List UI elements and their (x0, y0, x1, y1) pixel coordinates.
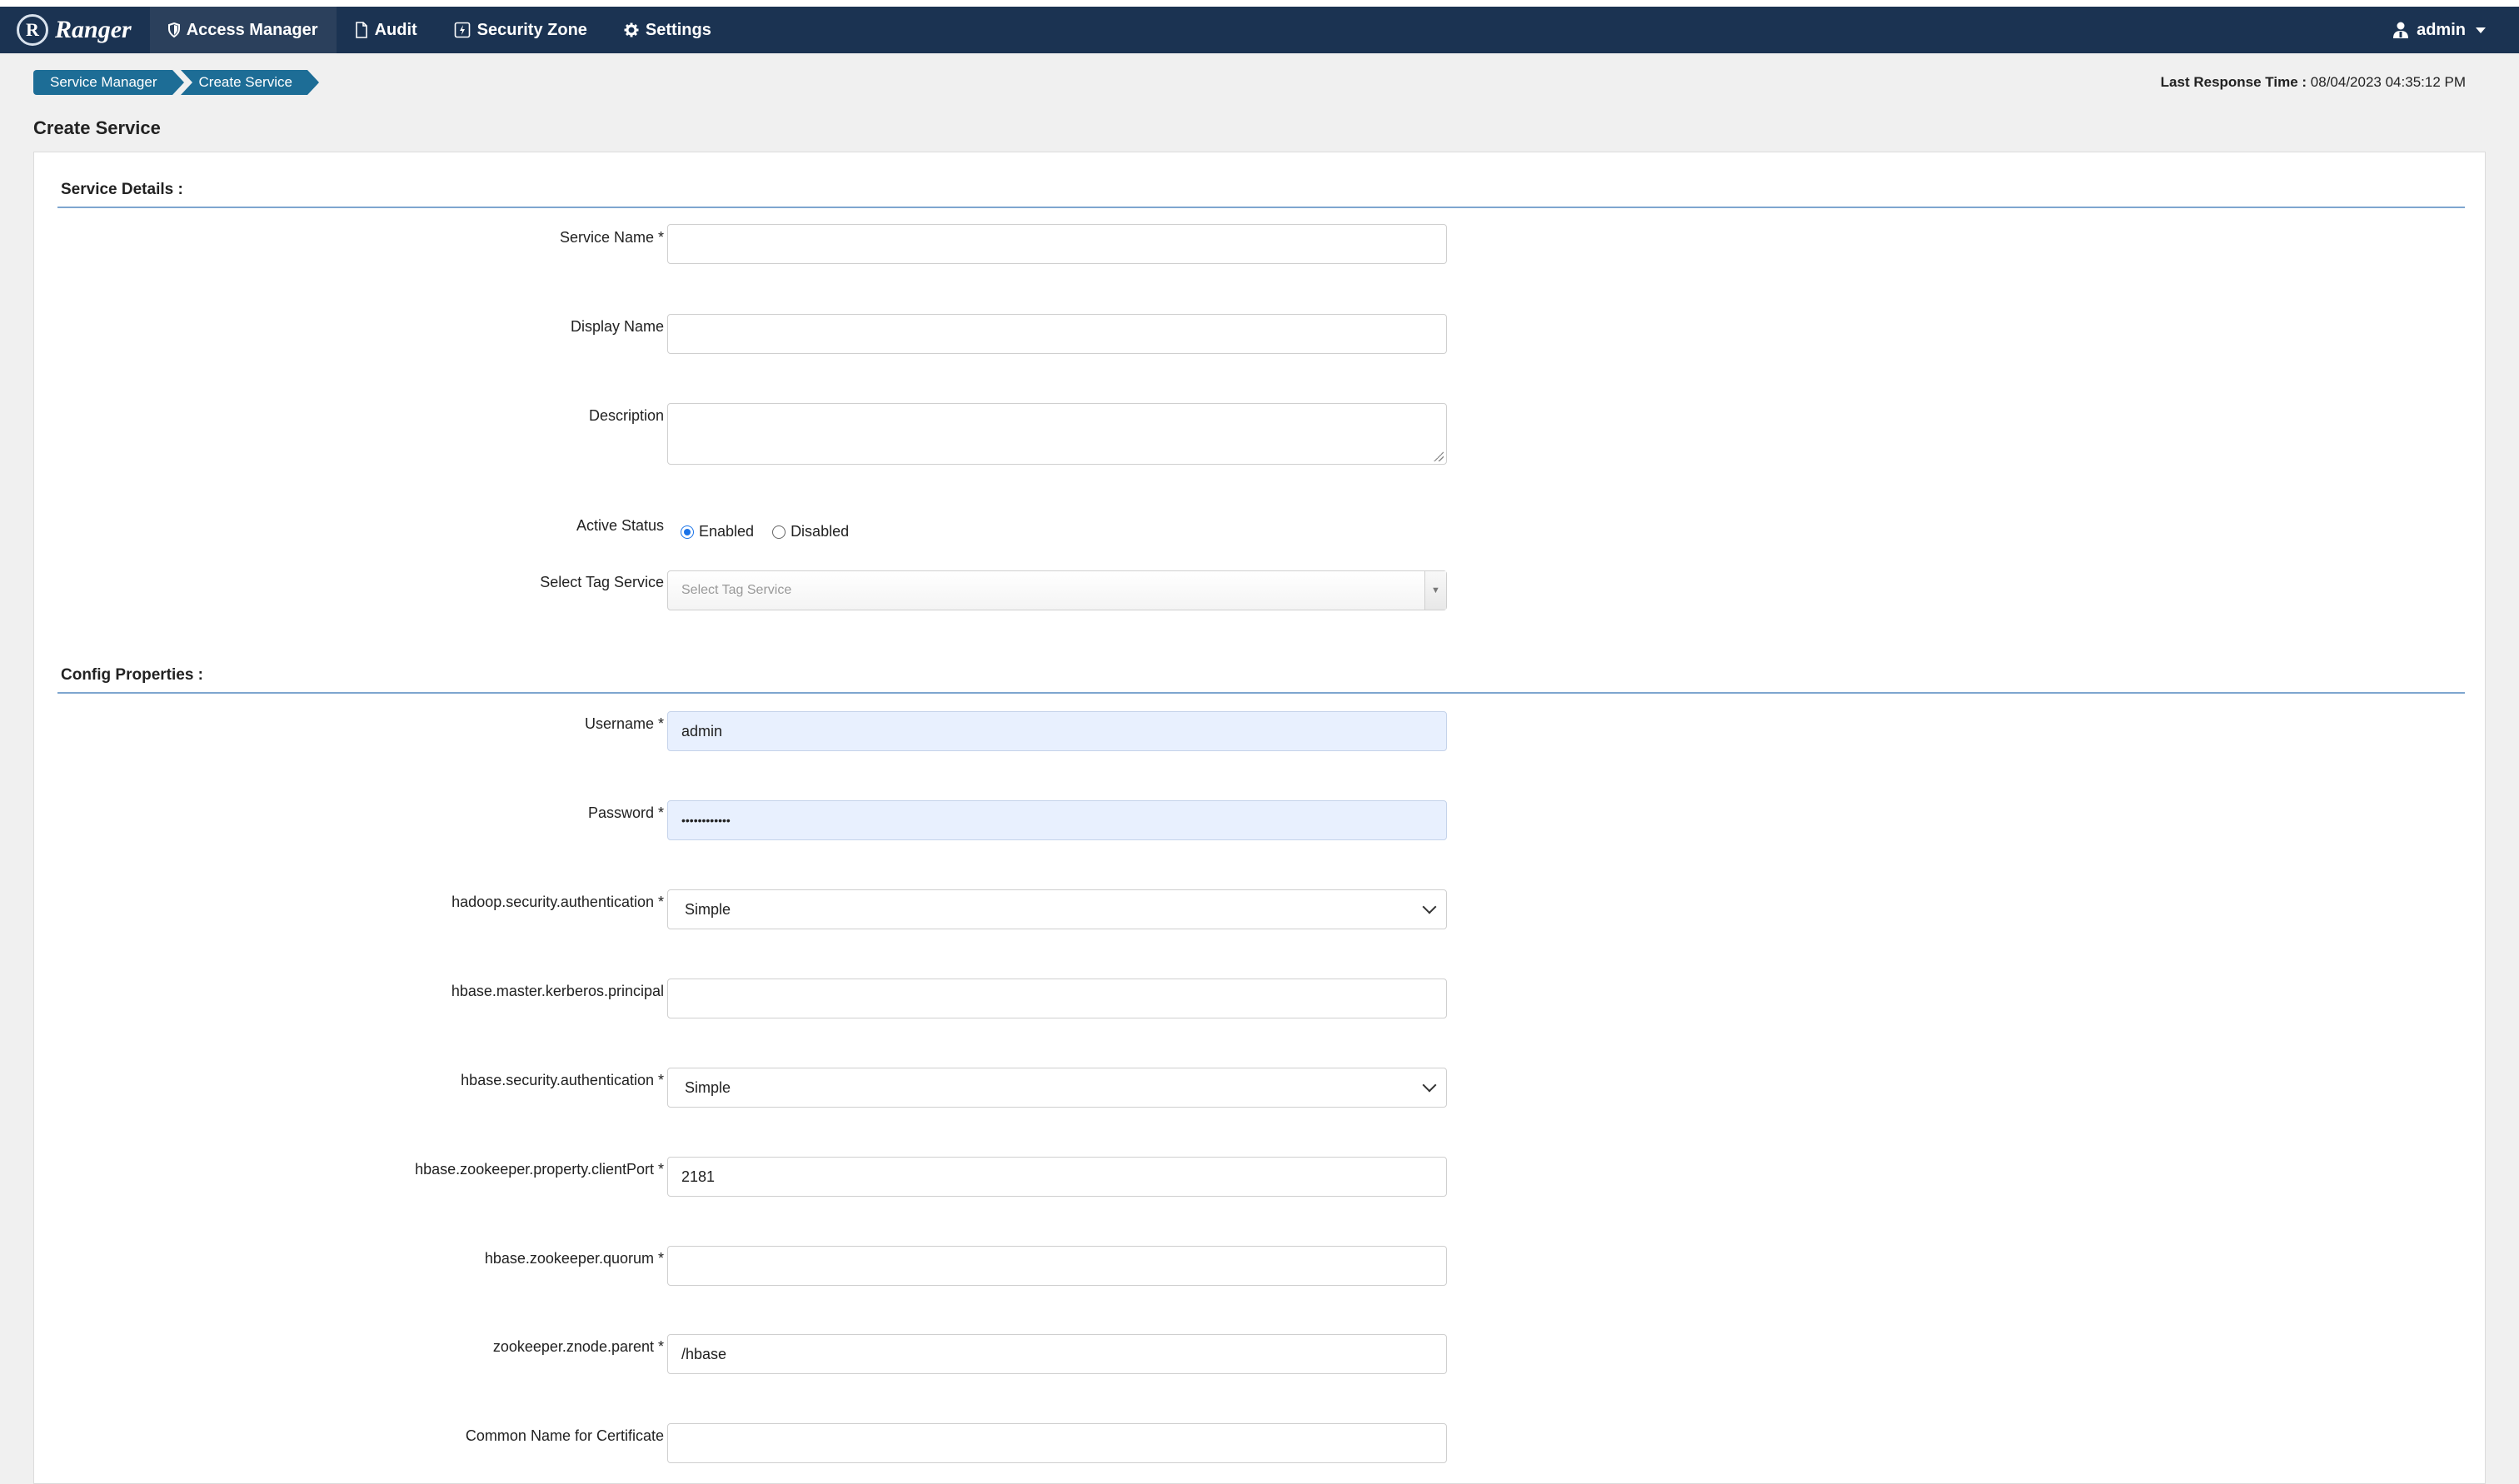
chevron-down-icon (1422, 899, 1437, 914)
disabled-radio-label[interactable]: Disabled (791, 523, 849, 540)
brand[interactable]: R Ranger (0, 7, 150, 53)
tag-service-label: Select Tag Service (540, 574, 664, 590)
display-name-label: Display Name (570, 318, 664, 335)
dropdown-arrow-icon[interactable]: ▼ (1424, 571, 1446, 610)
nav-audit[interactable]: Audit (337, 7, 436, 53)
enabled-radio-label[interactable]: Enabled (699, 523, 754, 540)
hbase-zookeeper-clientport-value: 2181 (681, 1168, 716, 1185)
password-label: Password * (587, 804, 664, 821)
active-status-label: Active Status (576, 517, 664, 534)
file-icon (355, 22, 368, 38)
common-name-certificate-label: Common Name for Certificate (465, 1427, 664, 1444)
hbase-security-authentication-select[interactable]: Simple (667, 1068, 1447, 1108)
hadoop-security-authentication-label: hadoop.security.authentication * (451, 894, 664, 910)
username-value: admin (681, 722, 723, 740)
hbase-zookeeper-clientport-label: hbase.zookeeper.property.clientPort * (415, 1161, 664, 1178)
password-input[interactable]: •••••••••••• (667, 800, 1447, 840)
nav-access-manager[interactable]: Access Manager (149, 7, 337, 53)
breadcrumb-service-manager[interactable]: Service Manager (33, 70, 183, 95)
username-input[interactable]: admin (667, 711, 1447, 751)
user-menu[interactable]: admin (2373, 7, 2519, 53)
service-details-title: Service Details : (61, 181, 183, 198)
username-label: Username * (584, 715, 664, 732)
zookeeper-znode-parent-label: zookeeper.znode.parent * (492, 1338, 664, 1355)
config-properties-title: Config Properties : (61, 666, 204, 684)
zookeeper-znode-parent-input[interactable]: /hbase (667, 1334, 1447, 1374)
nav-security-zone[interactable]: Security Zone (436, 7, 606, 53)
ranger-logo-icon: R (17, 14, 48, 46)
display-name-input[interactable] (667, 314, 1447, 354)
zone-icon (454, 22, 471, 38)
hadoop-security-authentication-select[interactable]: Simple (667, 889, 1447, 929)
password-value: •••••••••••• (681, 814, 731, 827)
chevron-down-icon (1422, 1078, 1437, 1093)
hbase-master-kerberos-principal-input[interactable] (667, 979, 1447, 1018)
section-divider (57, 207, 2465, 208)
brand-name: Ranger (55, 16, 132, 43)
top-navbar: R Ranger Access Manager Audit Security Z… (0, 7, 2519, 53)
nav-settings-label: Settings (645, 20, 711, 39)
create-service-form: Service Details : Service Name * Display… (33, 152, 2486, 1484)
gear-icon (624, 22, 639, 37)
section-divider (57, 692, 2465, 694)
last-response-time: Last Response Time : 08/04/2023 04:35:12… (2161, 74, 2466, 91)
hbase-security-authentication-label: hbase.security.authentication * (461, 1072, 664, 1088)
user-icon (2392, 21, 2410, 39)
tag-service-placeholder: Select Tag Service (681, 583, 792, 597)
resize-handle-icon[interactable] (1434, 451, 1444, 461)
nav-settings[interactable]: Settings (606, 7, 730, 53)
top-strip (0, 0, 2519, 7)
hbase-zookeeper-clientport-input[interactable]: 2181 (667, 1157, 1447, 1197)
page-title: Create Service (33, 117, 161, 138)
last-response-value: 08/04/2023 04:35:12 PM (2310, 74, 2466, 90)
caret-down-icon (2476, 27, 2486, 33)
hbase-zookeeper-quorum-label: hbase.zookeeper.quorum * (484, 1250, 664, 1267)
active-status-radio-group: Enabled Disabled (681, 523, 867, 540)
tag-service-select[interactable]: Select Tag Service ▼ (667, 570, 1447, 610)
zookeeper-znode-parent-value: /hbase (681, 1345, 727, 1362)
common-name-certificate-input[interactable] (667, 1423, 1447, 1463)
nav-security-zone-label: Security Zone (476, 20, 587, 39)
breadcrumb-create-service[interactable]: Create Service (180, 70, 320, 95)
service-name-label: Service Name * (559, 229, 664, 246)
hbase-zookeeper-quorum-input[interactable] (667, 1246, 1447, 1286)
last-response-label: Last Response Time : (2160, 74, 2307, 90)
service-name-input[interactable] (667, 224, 1447, 264)
enabled-radio[interactable] (681, 525, 694, 539)
nav-access-manager-label: Access Manager (186, 20, 318, 39)
user-name: admin (2417, 20, 2466, 39)
shield-icon (167, 22, 180, 37)
description-textarea[interactable] (667, 403, 1447, 465)
hbase-security-authentication-value: Simple (685, 1078, 731, 1096)
hadoop-security-authentication-value: Simple (685, 900, 731, 918)
disabled-radio[interactable] (772, 525, 786, 539)
hbase-master-kerberos-principal-label: hbase.master.kerberos.principal (451, 983, 664, 999)
breadcrumb: Service Manager Create Service (33, 70, 320, 95)
description-label: Description (588, 407, 664, 424)
nav-audit-label: Audit (374, 20, 417, 39)
